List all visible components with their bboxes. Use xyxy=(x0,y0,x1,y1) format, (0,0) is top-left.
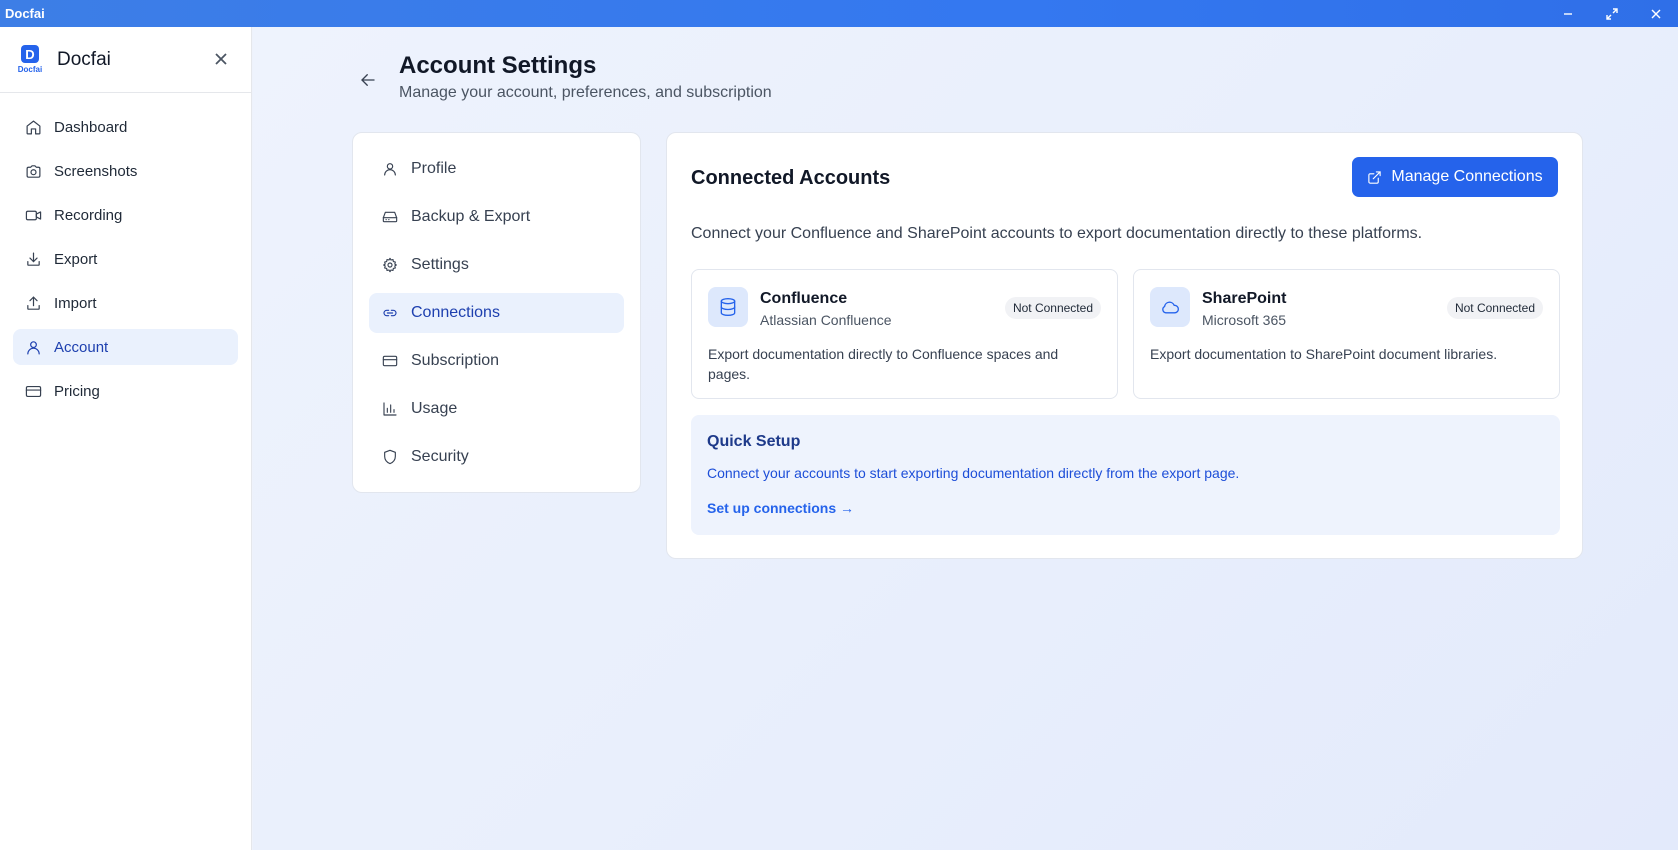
bar-chart-icon xyxy=(381,400,399,418)
tab-connections[interactable]: Connections xyxy=(369,293,624,333)
confluence-card[interactable]: Confluence Atlassian Confluence Not Conn… xyxy=(691,269,1118,399)
expand-icon xyxy=(1606,7,1618,20)
window-title: Docfai xyxy=(5,6,45,21)
sidebar-item-label: Account xyxy=(54,338,109,356)
settings-nav: Profile Backup & Export Settings Connect… xyxy=(352,132,641,493)
page-subtitle: Manage your account, preferences, and su… xyxy=(399,84,772,101)
window-titlebar: Docfai xyxy=(0,0,1678,27)
hard-drive-icon xyxy=(381,208,399,226)
download-icon xyxy=(24,250,42,268)
tab-security[interactable]: Security xyxy=(369,437,624,477)
tab-usage[interactable]: Usage xyxy=(369,389,624,429)
tab-label: Usage xyxy=(411,400,458,417)
camera-icon xyxy=(24,162,42,180)
account-description: Export documentation to SharePoint docum… xyxy=(1150,346,1498,362)
external-link-icon xyxy=(1368,170,1382,184)
account-provider: Microsoft 365 xyxy=(1202,312,1287,328)
sidebar-item-screenshots[interactable]: Screenshots xyxy=(13,153,238,189)
sidebar-item-label: Dashboard xyxy=(54,118,128,136)
sidebar-item-recording[interactable]: Recording xyxy=(13,197,238,233)
sidebar-header: D Docfai Docfai xyxy=(0,27,251,93)
manage-connections-label: Manage Connections xyxy=(1391,168,1543,185)
panel-description: Connect your Confluence and SharePoint a… xyxy=(691,225,1423,242)
tab-settings[interactable]: Settings xyxy=(369,245,624,285)
sidebar-item-label: Pricing xyxy=(54,382,100,400)
close-icon xyxy=(1651,9,1661,18)
status-badge: Not Connected xyxy=(1446,297,1543,319)
quick-setup-box: Quick Setup Connect your accounts to sta… xyxy=(691,415,1560,535)
gear-icon xyxy=(381,256,399,274)
sidebar-item-dashboard[interactable]: Dashboard xyxy=(13,109,238,145)
video-icon xyxy=(24,206,42,224)
tab-profile[interactable]: Profile xyxy=(369,149,624,189)
sidebar-close-button[interactable] xyxy=(211,49,231,69)
close-icon xyxy=(215,53,227,65)
status-badge: Not Connected xyxy=(1004,297,1101,319)
connections-panel: Connected Accounts Manage Connections Co… xyxy=(666,132,1583,559)
tab-label: Subscription xyxy=(411,352,500,369)
app-logo: D Docfai xyxy=(17,44,43,76)
sidebar-item-label: Import xyxy=(54,294,97,312)
credit-card-icon xyxy=(381,352,399,370)
minimize-button[interactable] xyxy=(1546,0,1590,27)
credit-card-icon xyxy=(24,382,42,400)
upload-icon xyxy=(24,294,42,312)
logo-text: Docfai xyxy=(17,65,43,74)
page-header: Account Settings Manage your account, pr… xyxy=(356,52,772,102)
database-icon xyxy=(708,287,748,327)
account-name: SharePoint xyxy=(1202,290,1287,307)
arrow-left-icon xyxy=(361,74,375,86)
page-title: Account Settings xyxy=(399,52,597,79)
back-button[interactable] xyxy=(356,68,380,92)
tab-label: Settings xyxy=(411,256,469,273)
window-controls xyxy=(1546,0,1678,27)
account-description: Export documentation directly to Conflue… xyxy=(708,346,1059,382)
tab-backup-export[interactable]: Backup & Export xyxy=(369,197,624,237)
home-icon xyxy=(24,118,42,136)
sidebar-item-export[interactable]: Export xyxy=(13,241,238,277)
logo-mark: D xyxy=(21,45,39,63)
sidebar-brand: Docfai xyxy=(57,48,111,70)
tab-label: Backup & Export xyxy=(411,208,531,225)
sidebar-nav: Dashboard Screenshots Recording Export I… xyxy=(0,93,251,409)
link-icon xyxy=(381,304,399,322)
user-icon xyxy=(381,160,399,178)
sidebar-item-label: Screenshots xyxy=(54,162,138,180)
maximize-button[interactable] xyxy=(1590,0,1634,27)
sharepoint-card[interactable]: SharePoint Microsoft 365 Not Connected E… xyxy=(1133,269,1560,399)
manage-connections-button[interactable]: Manage Connections xyxy=(1352,157,1558,197)
tab-subscription[interactable]: Subscription xyxy=(369,341,624,381)
set-up-connections-link[interactable]: Set up connections → xyxy=(707,500,854,516)
main-content: Account Settings Manage your account, pr… xyxy=(253,27,1678,850)
sidebar-item-import[interactable]: Import xyxy=(13,285,238,321)
sidebar-item-account[interactable]: Account xyxy=(13,329,238,365)
quick-setup-description: Connect your accounts to start exporting… xyxy=(707,465,1240,481)
user-icon xyxy=(24,338,42,356)
sidebar-item-label: Export xyxy=(54,250,98,268)
page-heading-group: Account Settings Manage your account, pr… xyxy=(399,52,772,102)
minimize-icon xyxy=(1564,12,1572,15)
close-window-button[interactable] xyxy=(1634,0,1678,27)
sidebar: D Docfai Docfai Dashboard Screenshots Re… xyxy=(0,27,252,850)
shield-icon xyxy=(381,448,399,466)
account-provider: Atlassian Confluence xyxy=(760,312,892,328)
quick-setup-title: Quick Setup xyxy=(707,433,801,450)
sidebar-item-label: Recording xyxy=(54,206,123,224)
tab-label: Connections xyxy=(411,304,500,321)
sidebar-item-pricing[interactable]: Pricing xyxy=(13,373,238,409)
cloud-icon xyxy=(1150,287,1190,327)
tab-label: Security xyxy=(411,448,469,465)
tab-label: Profile xyxy=(411,160,457,177)
account-name: Confluence xyxy=(760,290,848,307)
panel-title: Connected Accounts xyxy=(691,167,891,189)
